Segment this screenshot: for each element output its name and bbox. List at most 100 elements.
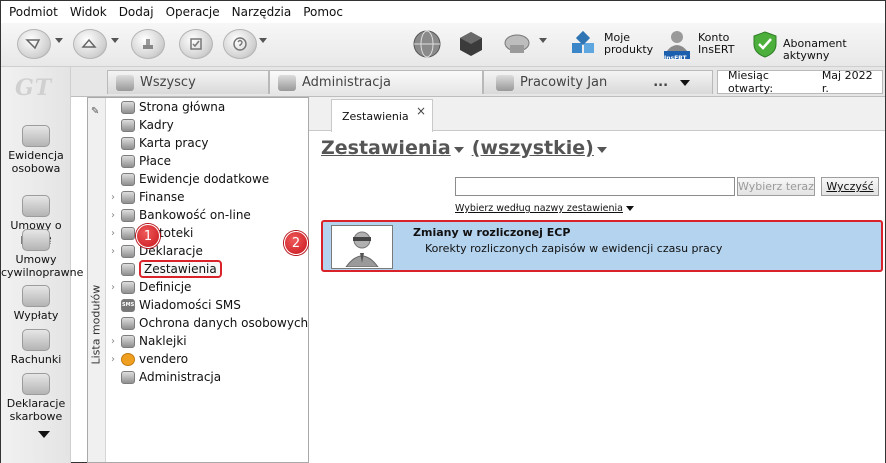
main-tab-bar: Zestawienia × <box>309 97 885 132</box>
sticker-icon <box>121 334 135 348</box>
payroll-icon <box>121 154 135 168</box>
subscription-status[interactable]: Abonament aktywny <box>783 38 885 62</box>
menu-pomoc[interactable]: Pomoc <box>303 5 343 19</box>
module-wiadomosci-sms[interactable]: SMS Wiadomości SMS <box>108 296 241 314</box>
left-nav: GT Ewidencja osobowa Umowy o pracę Umowy… <box>1 67 83 463</box>
shield-icon <box>121 316 135 330</box>
my-products-icon[interactable] <box>567 28 599 60</box>
choose-now-button[interactable]: Wybierz teraz <box>737 177 815 196</box>
open-month: Miesiąc otwarty: Maj 2022 r. <box>717 69 883 95</box>
definitions-icon <box>121 280 135 294</box>
chevron-down-icon[interactable] <box>539 38 547 43</box>
nav-deklaracje-skarbowe[interactable]: Deklaracje skarbowe <box>1 373 71 423</box>
insert-account-label[interactable]: Konto InsERT <box>698 32 734 56</box>
module-definicje[interactable]: › Definicje <box>108 278 191 296</box>
report-icon <box>121 262 135 276</box>
cube-icon[interactable] <box>455 28 487 60</box>
module-strona-glowna[interactable]: Strona główna <box>108 98 225 116</box>
chevron-right-icon[interactable]: › <box>108 210 118 221</box>
module-administracja[interactable]: Administracja <box>108 368 221 386</box>
declaration-icon <box>121 244 135 258</box>
toolbar: Moje produkty InsERT Konto InsERT Abonam… <box>1 23 885 67</box>
chevron-down-icon[interactable] <box>55 38 63 43</box>
nav-umowy-cywilnoprawne[interactable]: Umowy cywilnoprawne <box>1 229 83 279</box>
module-karta-pracy[interactable]: Karta pracy <box>108 134 208 152</box>
documents-icon[interactable] <box>179 29 213 59</box>
sms-icon: SMS <box>121 298 135 312</box>
chevron-down-icon[interactable] <box>596 147 607 153</box>
chevron-down-icon[interactable] <box>453 147 464 153</box>
chevron-down-icon[interactable] <box>680 79 691 86</box>
file-cabinet-icon <box>121 226 135 240</box>
chevron-right-icon[interactable]: › <box>108 246 118 257</box>
send-arrow-icon[interactable] <box>73 29 107 59</box>
globe-icon[interactable] <box>411 28 443 60</box>
stamp-icon[interactable] <box>131 29 165 59</box>
chevron-right-icon[interactable]: › <box>108 354 118 365</box>
tab-zestawienia[interactable]: Zestawienia × <box>331 99 433 132</box>
module-naklejki[interactable]: › Naklejki <box>108 332 187 350</box>
module-vendero[interactable]: › vendero <box>108 350 188 368</box>
tab-wszyscy[interactable]: Wszyscy <box>107 70 269 94</box>
scroll-down-icon[interactable] <box>38 431 50 438</box>
menu-operacje[interactable]: Operacje <box>166 5 220 19</box>
clear-button[interactable]: Wyczyść <box>821 177 879 196</box>
more-tabs-button[interactable]: ... <box>653 75 668 90</box>
nav-ewidencja-osobowa[interactable]: Ewidencja osobowa <box>1 125 71 175</box>
time-card-icon <box>121 136 135 150</box>
gt-logo: GT <box>15 75 53 101</box>
contract-icon <box>22 195 50 217</box>
step-badge-2: 2 <box>284 231 308 255</box>
help-icon[interactable] <box>223 29 257 59</box>
module-ewidencje-dodatkowe[interactable]: Ewidencje dodatkowe <box>108 170 269 188</box>
chevron-right-icon[interactable]: › <box>108 192 118 203</box>
module-place[interactable]: Płace <box>108 152 171 170</box>
filter-dropdown[interactable]: (wszystkie) <box>472 137 594 159</box>
insert-account-icon[interactable]: InsERT <box>661 28 693 62</box>
tab-pracowity-jan[interactable]: Pracowity Jan ... <box>483 70 713 94</box>
module-zestawienia[interactable]: Zestawienia <box>108 260 222 278</box>
chevron-right-icon[interactable]: › <box>108 282 118 293</box>
register-icon <box>121 172 135 186</box>
bill-icon <box>22 329 50 351</box>
report-search-input[interactable] <box>455 177 735 196</box>
chevron-right-icon[interactable]: › <box>108 228 118 239</box>
close-icon[interactable]: × <box>416 104 426 118</box>
module-list-title: Lista modułów <box>89 284 103 365</box>
module-kadry[interactable]: Kadry <box>108 116 174 134</box>
civil-contract-icon <box>22 229 50 251</box>
module-finanse[interactable]: › Finanse <box>108 188 185 206</box>
chevron-right-icon[interactable]: › <box>108 336 118 347</box>
choose-by-name-link[interactable]: Wybierz według nazwy zestawienia <box>455 203 634 214</box>
report-row[interactable]: Zmiany w rozliczonej ECP Korekty rozlicz… <box>321 220 883 272</box>
module-bankowosc-online[interactable]: › Bankowość on-line <box>108 206 251 224</box>
menu-podmiot[interactable]: Podmiot <box>9 5 58 19</box>
menu-widok[interactable]: Widok <box>70 5 107 19</box>
chevron-down-icon[interactable] <box>259 38 267 43</box>
nav-rachunki[interactable]: Rachunki <box>1 329 71 366</box>
tax-declaration-icon <box>22 373 50 395</box>
report-title: Zmiany w rozliczonej ECP <box>413 226 571 239</box>
staff-icon <box>121 118 135 132</box>
admin-icon <box>121 370 135 384</box>
tab-strip: Wszyscy Administracja Pracowity Jan ... … <box>71 67 885 97</box>
heading-dropdown[interactable]: Zestawienia <box>321 137 451 159</box>
cloud-database-icon[interactable] <box>501 28 533 60</box>
tab-administracja[interactable]: Administracja <box>269 70 483 94</box>
my-products-label[interactable]: Moje produkty <box>604 32 653 56</box>
open-arrow-icon[interactable] <box>17 29 51 59</box>
module-list-sidebar: ✎ Lista modułów <box>88 98 106 462</box>
menu-bar: Podmiot Widok Dodaj Operacje Narzędzia P… <box>1 1 885 23</box>
module-ochrona-danych[interactable]: Ochrona danych osobowych <box>108 314 308 332</box>
payout-icon <box>22 285 50 307</box>
chevron-down-icon <box>626 206 634 211</box>
menu-dodaj[interactable]: Dodaj <box>119 5 154 19</box>
chevron-down-icon[interactable] <box>111 38 119 43</box>
person-icon <box>496 74 514 91</box>
menu-narzedzia[interactable]: Narzędzia <box>232 5 292 19</box>
app-window: Podmiot Widok Dodaj Operacje Narzędzia P… <box>0 0 886 463</box>
page-heading: Zestawienia (wszystkie) <box>321 137 615 159</box>
shield-check-icon[interactable] <box>749 28 781 60</box>
nav-wyplaty[interactable]: Wypłaty <box>1 285 71 322</box>
pin-icon[interactable]: ✎ <box>91 106 99 117</box>
